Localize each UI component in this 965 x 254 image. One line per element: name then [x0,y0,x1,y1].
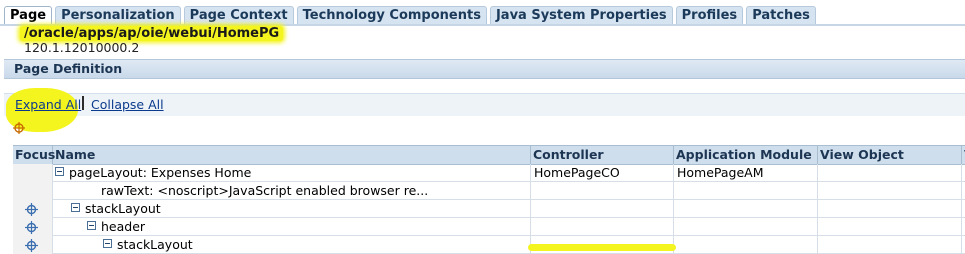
collapse-node-icon[interactable] [87,221,96,230]
table-row: pageLayout: Expenses Home HomePageCO HomeP… [13,164,965,182]
table-row: rawText: <noscript>JavaScript enabled br… [13,182,965,200]
focus-cell [13,200,53,218]
tab-profiles[interactable]: Profiles [675,6,744,25]
name-cell: stackLayout [53,236,531,254]
highlight-annotation-bottom [528,244,676,251]
controller-cell [531,218,674,236]
page-path: /oracle/apps/ap/oie/webui/HomePG [24,26,280,41]
path-highlight: /oracle/apps/ap/oie/webui/HomePG [20,26,284,41]
section-title: Page Definition [14,61,123,76]
tab-java-system-properties[interactable]: Java System Properties [489,6,673,25]
name-cell: stackLayout [53,200,531,218]
tab-page[interactable]: Page [4,6,53,25]
node-label: rawText: <noscript>JavaScript enabled br… [101,183,429,198]
column-header-view-object: View Object [818,146,962,164]
application-module-cell [674,182,818,200]
application-module-cell [674,236,818,254]
node-label: stackLayout [85,201,161,216]
focus-cell [13,182,53,200]
focus-cell [13,164,53,182]
focus-target-icon[interactable] [25,239,38,252]
tab-technology-components[interactable]: Technology Components [296,6,487,25]
application-module-cell [674,200,818,218]
table-row: header [13,218,965,236]
collapse-node-icon[interactable] [55,167,64,176]
column-header-focus: Focus [15,146,56,164]
focus-target-icon[interactable] [13,122,25,134]
name-cell: pageLayout: Expenses Home [53,164,531,182]
view-object-cell [818,236,962,254]
name-cell: rawText: <noscript>JavaScript enabled br… [53,182,531,200]
focus-target-icon[interactable] [25,221,38,234]
node-label: header [101,219,146,234]
column-header-name: Name [53,146,531,164]
section-header: Page Definition [4,59,965,79]
application-module-cell [674,218,818,236]
focus-cell [13,236,53,254]
page-version: 120.1.12010000.2 [24,40,140,55]
node-label: stackLayout [117,237,193,252]
node-label: pageLayout: Expenses Home [69,165,252,180]
application-module-cell: HomePageAM [674,164,818,182]
focus-cell [13,218,53,236]
tab-page-context[interactable]: Page Context [183,6,294,25]
tab-personalization[interactable]: Personalization [55,6,181,25]
view-object-cell [818,200,962,218]
controller-cell: HomePageCO [531,164,674,182]
view-object-cell [818,182,962,200]
controller-cell [531,200,674,218]
table-header: Focus Name Controller Application Module… [13,145,965,165]
collapse-all-link[interactable]: Collapse All [91,98,164,112]
name-cell: header [53,218,531,236]
link-separator [82,96,84,110]
tab-strip: Page Personalization Page Context Technolog… [4,6,819,25]
column-header-application-module: Application Module [674,146,818,164]
collapse-node-icon[interactable] [103,239,112,248]
view-object-cell [818,218,962,236]
collapse-node-icon[interactable] [71,203,80,212]
table-row: stackLayout [13,236,965,254]
table-row: stackLayout [13,200,965,218]
focus-target-icon[interactable] [25,203,38,216]
view-object-cell [818,164,962,182]
column-header-controller: Controller [531,146,674,164]
tab-patches[interactable]: Patches [746,6,816,25]
controller-cell [531,182,674,200]
expand-all-link[interactable]: Expand All [15,98,81,112]
